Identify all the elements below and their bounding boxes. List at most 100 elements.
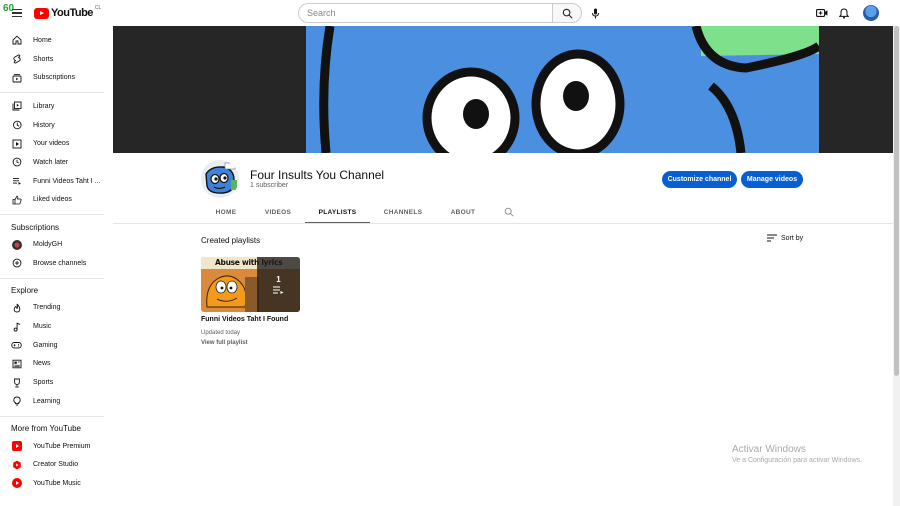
- sidebar-item-liked-videos[interactable]: Liked videos: [0, 191, 104, 210]
- sort-icon: [767, 234, 777, 242]
- channel-search-icon[interactable]: [504, 207, 514, 217]
- sidebar-item-label: Learning: [33, 397, 61, 405]
- voice-search-button[interactable]: [587, 5, 603, 21]
- sort-by-button[interactable]: Sort by: [767, 234, 803, 242]
- sidebar-item-label: Creator Studio: [33, 461, 79, 469]
- sidebar-item-news[interactable]: News: [0, 355, 104, 374]
- youtube-play-icon: [34, 7, 49, 19]
- channel-banner: [113, 26, 893, 153]
- sidebar-item-youtube-music[interactable]: YouTube Music: [0, 474, 104, 493]
- sidebar-item-label: MoldyGH: [33, 241, 63, 249]
- library-icon: [11, 101, 22, 112]
- microphone-icon: [591, 8, 599, 18]
- channel-avatar[interactable]: [201, 160, 239, 198]
- sidebar-item-moldygh[interactable]: MoldyGH: [0, 235, 104, 254]
- guide-sidebar: Home Shorts Subscriptions Library Histor…: [0, 26, 104, 506]
- sidebar-item-history[interactable]: History: [0, 116, 104, 135]
- manage-videos-button[interactable]: Manage videos: [741, 171, 803, 188]
- tab-playlists[interactable]: PLAYLISTS: [305, 202, 370, 224]
- sidebar-item-label: Subscriptions: [33, 74, 76, 82]
- youtube-premium-icon: [11, 441, 22, 452]
- sidebar-item-label: Shorts: [33, 55, 54, 63]
- plus-circle-icon: [11, 258, 22, 269]
- playlist-thumbnail[interactable]: Abuse with lyrics 1: [201, 257, 300, 312]
- channel-avatar: [11, 239, 22, 250]
- banner-image: [306, 26, 819, 153]
- sidebar-divider: [0, 92, 104, 94]
- sidebar-divider: [0, 277, 104, 279]
- playlist-icon: [273, 286, 284, 294]
- masthead: 60 YouTube CL: [0, 0, 900, 26]
- subscriber-count: 1 subscriber: [250, 182, 289, 189]
- playlist-video-count: 1: [276, 275, 281, 284]
- sidebar-item-label: Browse channels: [33, 259, 87, 267]
- sidebar-item-trending[interactable]: Trending: [0, 299, 104, 318]
- sort-label: Sort by: [781, 234, 804, 242]
- sidebar-item-label: Sports: [33, 379, 54, 387]
- sidebar-item-gaming[interactable]: Gaming: [0, 336, 104, 355]
- scrollbar-thumb[interactable]: [894, 26, 899, 376]
- sidebar-item-library[interactable]: Library: [0, 97, 104, 116]
- youtube-music-icon: [11, 478, 22, 489]
- youtube-logo[interactable]: YouTube CL: [34, 5, 102, 19]
- thumbs-up-icon: [11, 194, 22, 205]
- sidebar-item-label: News: [33, 360, 51, 368]
- lightbulb-icon: [11, 396, 22, 407]
- sidebar-item-learning[interactable]: Learning: [0, 392, 104, 411]
- page-scrollbar[interactable]: [893, 26, 900, 506]
- tab-about[interactable]: ABOUT: [436, 202, 490, 223]
- sidebar-item-youtube-premium[interactable]: YouTube Premium: [0, 437, 104, 456]
- sidebar-item-label: Watch later: [33, 158, 69, 166]
- tab-home[interactable]: HOME: [201, 202, 251, 223]
- sidebar-item-music[interactable]: Music: [0, 317, 104, 336]
- bell-icon: [839, 7, 849, 19]
- fire-icon: [11, 302, 22, 313]
- view-full-playlist-link[interactable]: View full playlist: [201, 340, 248, 346]
- sidebar-item-label: Liked videos: [33, 196, 72, 204]
- watch-later-icon: [11, 157, 22, 168]
- notifications-button[interactable]: [836, 5, 852, 21]
- sidebar-item-shorts[interactable]: Shorts: [0, 50, 104, 69]
- sidebar-item-label: YouTube Premium: [33, 442, 91, 450]
- your-videos-icon: [11, 138, 22, 149]
- sidebar-divider: [0, 214, 104, 216]
- playlist-icon: [11, 176, 22, 187]
- account-avatar[interactable]: [863, 5, 879, 21]
- hamburger-menu-icon[interactable]: [12, 9, 22, 18]
- tab-channels[interactable]: CHANNELS: [370, 202, 436, 223]
- newspaper-icon: [11, 358, 22, 369]
- search-icon: [562, 8, 572, 18]
- sidebar-item-label: Trending: [33, 304, 61, 312]
- history-icon: [11, 120, 22, 131]
- sidebar-item-label: YouTube Music: [33, 479, 81, 487]
- windows-activation-watermark: Activar Windows Ve a Configuración para …: [732, 444, 862, 464]
- logo-region-code: CL: [94, 5, 102, 11]
- sidebar-item-home[interactable]: Home: [0, 31, 104, 50]
- sidebar-heading-more-from-youtube: More from YouTube: [11, 424, 81, 434]
- sidebar-item-your-videos[interactable]: Your videos: [0, 134, 104, 153]
- sidebar-item-browse-channels[interactable]: Browse channels: [0, 254, 104, 273]
- sidebar-item-creator-studio[interactable]: Creator Studio: [0, 455, 104, 474]
- sidebar-item-label: Library: [33, 102, 55, 110]
- playlist-title[interactable]: Funni Videos Taht I Found: [201, 316, 288, 323]
- customize-channel-button[interactable]: Customize channel: [662, 171, 737, 188]
- sidebar-item-watch-later[interactable]: Watch later: [0, 153, 104, 172]
- sidebar-item-label: Funni Videos Taht I ...: [33, 177, 101, 185]
- section-title: Created playlists: [201, 236, 261, 245]
- tab-videos[interactable]: VIDEOS: [251, 202, 305, 223]
- channel-tabs: HOME VIDEOS PLAYLISTS CHANNELS ABOUT: [201, 202, 490, 224]
- search-button[interactable]: [552, 3, 582, 23]
- create-button[interactable]: [814, 5, 830, 21]
- sidebar-item-subscriptions[interactable]: Subscriptions: [0, 68, 104, 87]
- sidebar-item-playlist-funni-videos[interactable]: Funni Videos Taht I ...: [0, 172, 104, 191]
- sidebar-heading-explore: Explore: [11, 286, 39, 296]
- sidebar-item-sports[interactable]: Sports: [0, 373, 104, 392]
- tabs-divider: [113, 223, 893, 224]
- create-video-icon: [816, 9, 828, 17]
- channel-name: Four Insults You Channel: [250, 168, 385, 182]
- search-input[interactable]: [298, 3, 552, 23]
- sidebar-item-label: History: [33, 121, 55, 129]
- music-note-icon: [11, 321, 22, 332]
- logo-text: YouTube: [51, 7, 93, 19]
- shorts-icon: [11, 54, 22, 65]
